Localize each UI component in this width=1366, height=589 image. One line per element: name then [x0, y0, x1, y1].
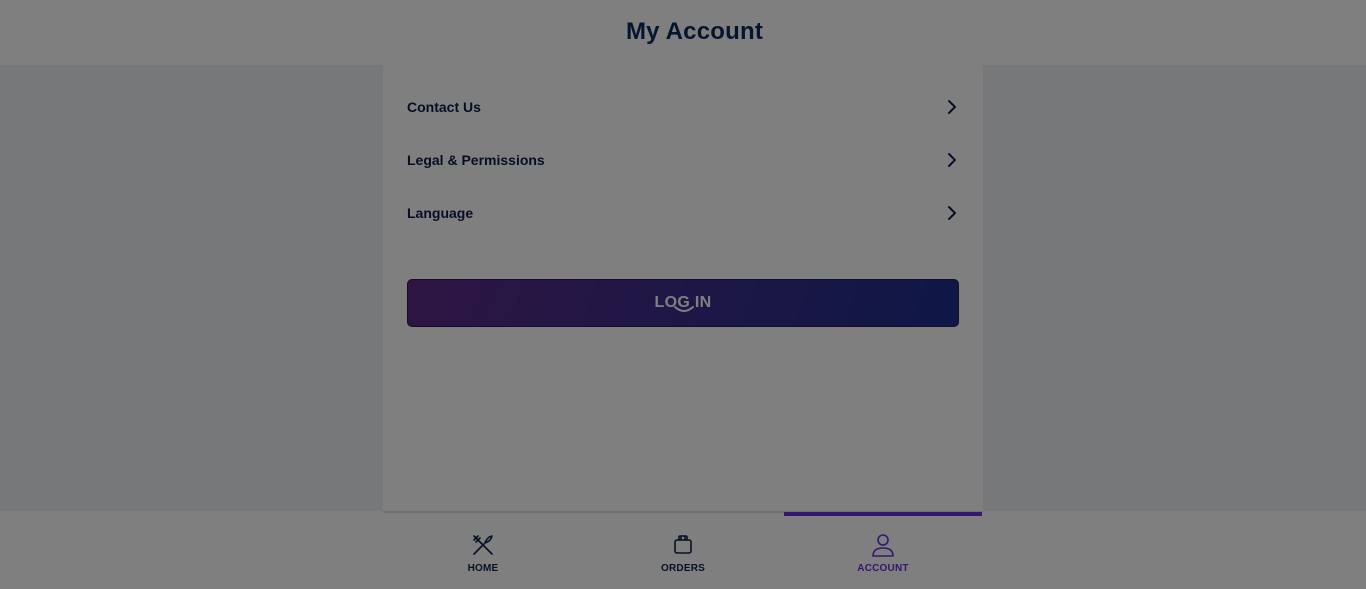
tab-account[interactable]: ACCOUNT: [783, 512, 983, 589]
account-menu: Contact Us Legal & Permissions Language: [407, 80, 959, 239]
chevron-right-icon: [946, 152, 958, 168]
bag-icon: [670, 532, 696, 558]
login-button[interactable]: LOG IN: [407, 279, 959, 327]
menu-item-legal-permissions[interactable]: Legal & Permissions: [407, 133, 959, 186]
tab-home[interactable]: HOME: [383, 513, 583, 589]
tab-label: ORDERS: [661, 563, 705, 574]
tab-label: ACCOUNT: [857, 563, 909, 574]
account-content: Contact Us Legal & Permissions Language …: [383, 65, 983, 511]
bottom-navigation: HOME ORDERS ACCOUNT: [0, 511, 1366, 589]
page-header: My Account: [0, 0, 1366, 65]
menu-item-label: Legal & Permissions: [407, 151, 545, 168]
menu-item-language[interactable]: Language: [407, 186, 959, 239]
utensils-icon: [470, 532, 496, 558]
menu-item-label: Contact Us: [407, 98, 481, 115]
menu-item-label: Language: [407, 204, 474, 221]
tab-label: HOME: [467, 563, 499, 574]
loading-spinner-icon: [673, 304, 695, 316]
menu-item-contact-us[interactable]: Contact Us: [407, 80, 959, 133]
page-title: My Account: [625, 17, 764, 45]
user-icon: [870, 532, 896, 558]
tab-orders[interactable]: ORDERS: [583, 513, 783, 589]
chevron-right-icon: [946, 205, 958, 221]
chevron-right-icon: [946, 99, 958, 115]
bottom-nav-tabs: HOME ORDERS ACCOUNT: [383, 511, 983, 589]
